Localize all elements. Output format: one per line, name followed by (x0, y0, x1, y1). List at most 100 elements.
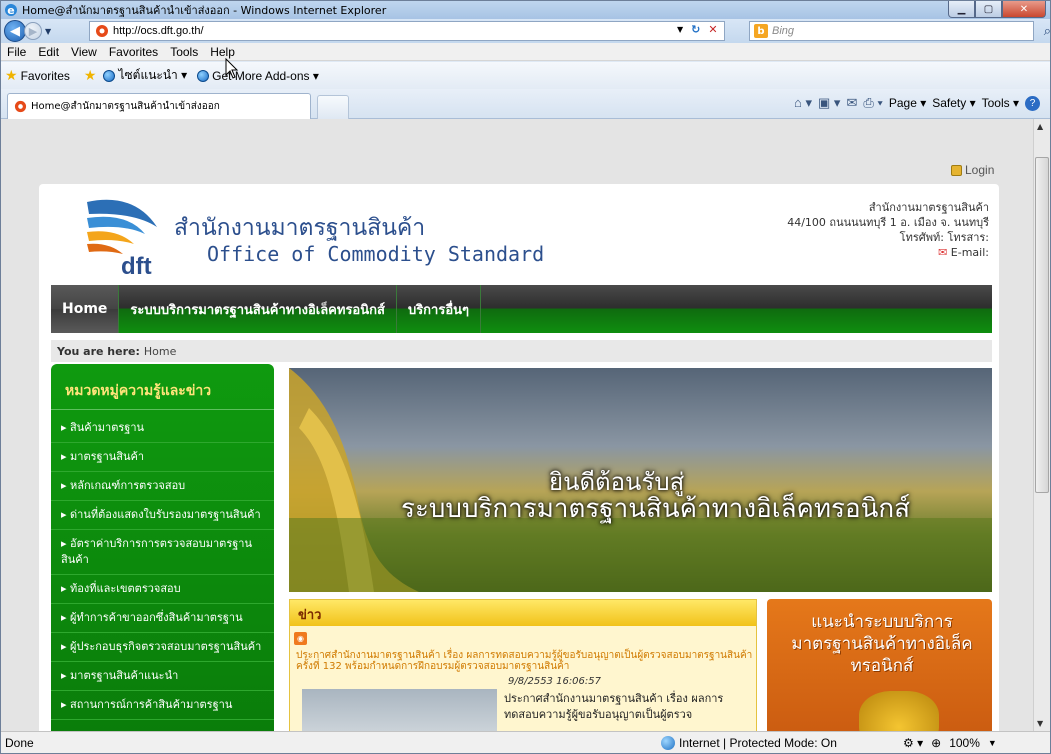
sidebar-item[interactable]: ผู้ทำการค้าขาออกซึ่งสินค้ามาตรฐาน (51, 604, 274, 633)
sidebar-title: หมวดหมู่ความรู้และข่าว (51, 364, 274, 410)
ie-page-icon (103, 69, 116, 82)
menu-edit[interactable]: Edit (32, 45, 65, 59)
breadcrumb: You are here: Home (51, 340, 992, 362)
tab-home[interactable]: Home@สำนักมาตรฐานสินค้านำเข้าส่งออก (7, 93, 311, 119)
search-icon[interactable]: ⌕ (1044, 24, 1051, 39)
contact-line-2: 44/100 ถนนนนทบุรี 1 อ. เมือง จ. นนทบุรี (787, 216, 989, 229)
command-bar: ⌂ ▾ ▣ ▾ ✉ ⎙ ▾ Page ▾ Safety ▾ Tools ▾ ? (794, 95, 1040, 111)
login-link[interactable]: Login (951, 163, 994, 177)
favorites-star-icon: ★ (5, 67, 18, 83)
window-title: Home@สำนักมาตรฐานสินค้านำเข้าส่งออก - Wi… (22, 4, 387, 17)
scroll-up-icon[interactable]: ▲ (1037, 122, 1043, 131)
tab-title: Home@สำนักมาตรฐานสินค้านำเข้าส่งออก (31, 101, 220, 112)
news-title: ข่าว (290, 600, 756, 626)
zoom-control[interactable]: ⚙ ▾ ⊕ 100% ▼ (903, 736, 997, 750)
back-button[interactable]: ◀ (4, 20, 26, 42)
page-viewport: Login dft สำนักงานมาตรฐานสินค้า Office o… (1, 119, 1033, 731)
close-button[interactable]: ✕ (1002, 1, 1046, 18)
vertical-scrollbar[interactable]: ▲ ▼ (1033, 119, 1050, 731)
breadcrumb-home[interactable]: Home (144, 345, 176, 358)
forward-button[interactable]: ▶ (24, 22, 42, 40)
news-headline-link[interactable]: ประกาศสำนักงานมาตรฐานสินค้า เรื่อง ผลการ… (296, 650, 756, 672)
sidebar-item[interactable]: ด่านที่ต้องแสดงใบรับรองมาตรฐานสินค้า (51, 501, 274, 530)
menu-view[interactable]: View (65, 45, 103, 59)
ie-logo-icon: e (5, 4, 17, 17)
nav-other-services[interactable]: บริการอื่นๆ (397, 285, 482, 333)
menu-help[interactable]: Help (204, 45, 241, 59)
sidebar-item[interactable]: ผู้ประกอบธุรกิจตรวจสอบมาตรฐานสินค้า (51, 633, 274, 662)
sidebar-item[interactable]: หลักเกณฑ์การตรวจสอบ (51, 472, 274, 501)
email-link[interactable]: ✉ E-mail: (787, 245, 989, 260)
feeds-icon[interactable]: ▣ ▾ (818, 95, 840, 111)
menu-favorites[interactable]: Favorites (103, 45, 164, 59)
security-zone[interactable]: Internet | Protected Mode: On (661, 735, 837, 750)
site-title-english: Office of Commodity Standard (207, 242, 545, 266)
history-dropdown-icon[interactable]: ▼ (45, 27, 51, 36)
mail-icon[interactable]: ✉ (846, 95, 857, 111)
status-bar: Done Internet | Protected Mode: On ⚙ ▾ ⊕ 1… (1, 731, 1050, 753)
globe-icon (661, 735, 675, 750)
maximize-button[interactable]: ▢ (975, 1, 1002, 18)
sidebar-item[interactable]: สถานการณ์การค้าสินค้ามาตรฐาน (51, 691, 274, 720)
menu-file[interactable]: File (1, 45, 32, 59)
bing-icon: b (754, 24, 768, 38)
suggested-sites-label: ไซต์แนะนำ ▾ (118, 68, 188, 82)
zoom-dropdown-icon[interactable]: ▼ (988, 738, 997, 748)
rss-icon[interactable]: ◉ (294, 632, 307, 645)
help-icon[interactable]: ? (1025, 95, 1040, 111)
mouse-cursor-icon (225, 58, 239, 79)
news-thumbnail (302, 689, 497, 731)
promo-banner[interactable]: แนะนำระบบบริการมาตรฐานสินค้าทางอิเล็คทรอ… (767, 599, 992, 731)
corn-image (859, 691, 939, 731)
sidebar-item[interactable]: ท้องที่และเขตตรวจสอบ (51, 575, 274, 604)
refresh-icon[interactable]: ↻ (691, 23, 700, 36)
logo-text: dft (121, 253, 152, 277)
search-box[interactable]: b Bing ⌕ (749, 21, 1051, 41)
contact-line-3: โทรศัพท์: โทรสาร: (899, 231, 989, 244)
nav-electronic-services[interactable]: ระบบบริการมาตรฐานสินค้าทางอิเล็คทรอนิกส์ (119, 285, 397, 333)
ie-page-icon (197, 69, 210, 82)
minimize-button[interactable]: ▁ (948, 1, 975, 18)
site-favicon-icon (96, 25, 108, 37)
zoom-icon: ⊕ (931, 735, 942, 750)
contact-line-1: สำนักงานมาตรฐานสินค้า (868, 201, 989, 214)
page-menu[interactable]: Page ▾ (889, 96, 926, 110)
get-addons-link[interactable]: Get More Add-ons ▾ (197, 69, 319, 83)
sidebar-item[interactable]: มาตรฐานสินค้า (51, 443, 274, 472)
url-text[interactable]: http://ocs.dft.go.th/ (113, 25, 204, 37)
contact-info: สำนักงานมาตรฐานสินค้า 44/100 ถนนนนทบุรี … (787, 200, 989, 260)
scroll-thumb[interactable] (1035, 157, 1049, 493)
search-placeholder[interactable]: Bing (772, 25, 794, 37)
main-navigation: Home ระบบบริการมาตรฐานสินค้าทางอิเล็คทรอ… (51, 285, 992, 333)
menu-tools[interactable]: Tools (164, 45, 204, 59)
sidebar-item[interactable]: สินค้ามาตรฐาน (51, 414, 274, 443)
navigation-bar: ◀ ▶ ▼ http://ocs.dft.go.th/ ▼ ↻ ✕ b Bing… (1, 19, 1051, 43)
address-bar[interactable]: http://ocs.dft.go.th/ (89, 21, 725, 41)
home-icon[interactable]: ⌂ ▾ (794, 95, 812, 111)
nav-home[interactable]: Home (51, 285, 120, 333)
new-tab-button[interactable] (317, 95, 349, 119)
menu-bar: File Edit View Favorites Tools Help (1, 43, 1050, 61)
print-icon[interactable]: ⎙ ▾ (863, 95, 882, 111)
protected-mode-icon[interactable]: ⚙ ▾ (903, 736, 923, 750)
tools-menu[interactable]: Tools ▾ (982, 96, 1019, 110)
sidebar-item[interactable]: มาตรฐานสินค้าแนะนำ (51, 662, 274, 691)
scroll-down-icon[interactable]: ▼ (1037, 719, 1043, 728)
browser-window: e Home@สำนักมาตรฐานสินค้านำเข้าส่งออก - … (0, 0, 1051, 754)
status-text: Done (5, 735, 34, 750)
news-panel: ข่าว ◉ ประกาศสำนักงานมาตรฐานสินค้า เรื่อ… (289, 599, 757, 731)
address-dropdown-icon[interactable]: ▼ (677, 25, 683, 34)
zoom-level: 100% (949, 735, 980, 750)
add-favorite-icon: ★ (83, 67, 97, 83)
sidebar-item[interactable]: อัตราค่าบริการการตรวจสอบมาตรฐานสินค้า (51, 530, 274, 575)
safety-menu[interactable]: Safety ▾ (932, 96, 975, 110)
tab-bar: Home@สำนักมาตรฐานสินค้านำเข้าส่งออก ⌂ ▾ … (1, 89, 1050, 119)
promo-text: แนะนำระบบบริการมาตรฐานสินค้าทางอิเล็คทรอ… (791, 612, 973, 676)
stop-icon[interactable]: ✕ (708, 23, 717, 36)
add-favorites-button[interactable]: ★ (80, 67, 100, 84)
suggested-sites-link[interactable]: ไซต์แนะนำ ▾ (103, 66, 187, 85)
favorites-label: Favorites (20, 68, 70, 83)
login-label: Login (965, 163, 995, 177)
news-excerpt: ประกาศสำนักงานมาตรฐานสินค้า เรื่อง ผลการ… (504, 692, 724, 721)
favorites-button[interactable]: ★ Favorites (1, 67, 70, 84)
